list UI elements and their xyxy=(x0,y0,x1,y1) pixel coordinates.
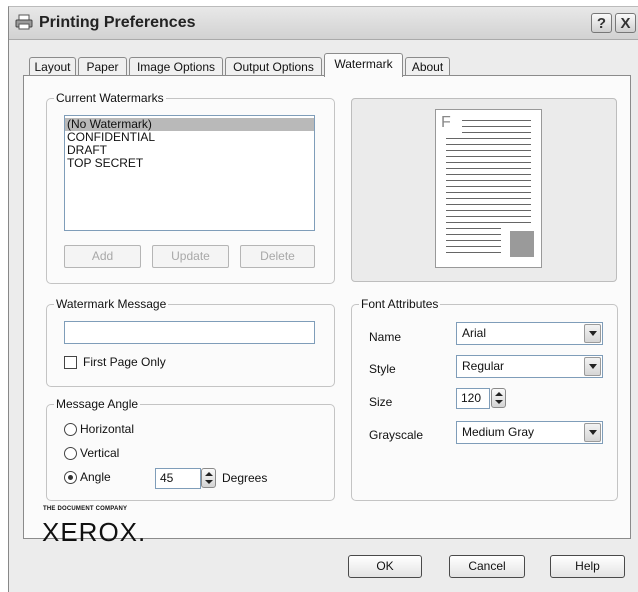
watermark-message-group: Watermark Message First Page Only xyxy=(46,297,335,387)
xerox-logo: XEROX. xyxy=(42,517,147,547)
tab-watermark[interactable]: Watermark xyxy=(324,53,403,77)
horizontal-radio[interactable] xyxy=(64,423,77,436)
window-title: Printing Preferences xyxy=(39,14,196,31)
watermark-message-input[interactable] xyxy=(64,321,315,344)
angle-value-field[interactable]: 45 xyxy=(155,468,201,489)
chevron-down-icon[interactable] xyxy=(584,423,601,442)
xerox-tagline: THE DOCUMENT COMPANY xyxy=(43,506,128,512)
tab-paper[interactable]: Paper xyxy=(78,57,127,76)
close-title-button[interactable]: X xyxy=(615,13,636,33)
watermark-panel: Current Watermarks (No Watermark) CONFID… xyxy=(23,75,631,539)
vertical-label: Vertical xyxy=(80,446,120,460)
ok-button[interactable]: OK xyxy=(348,555,422,578)
font-size-label: Size xyxy=(369,395,393,409)
first-page-only-label: First Page Only xyxy=(83,355,166,369)
horizontal-label: Horizontal xyxy=(80,422,135,436)
font-size-spinner[interactable] xyxy=(491,388,506,408)
tab-image-options[interactable]: Image Options xyxy=(129,57,223,76)
watermark-message-legend: Watermark Message xyxy=(54,297,169,311)
update-button[interactable]: Update xyxy=(152,245,229,268)
help-button[interactable]: Help xyxy=(550,555,625,578)
current-watermarks-group: Current Watermarks (No Watermark) CONFID… xyxy=(46,91,335,284)
current-watermarks-legend: Current Watermarks xyxy=(54,91,166,105)
angle-spinner[interactable] xyxy=(201,468,216,488)
font-style-value: Regular xyxy=(462,359,505,373)
first-page-only-checkbox[interactable] xyxy=(64,356,77,369)
font-style-select[interactable]: Regular xyxy=(456,355,603,378)
printer-icon xyxy=(15,14,33,30)
chevron-down-icon[interactable] xyxy=(584,357,601,376)
grayscale-select[interactable]: Medium Gray xyxy=(456,421,603,444)
grayscale-label: Grayscale xyxy=(369,428,424,442)
title-bar: Printing Preferences ? X xyxy=(9,7,638,40)
tab-layout[interactable]: Layout xyxy=(29,57,76,76)
font-name-value: Arial xyxy=(462,326,487,340)
preview-page: F xyxy=(435,109,542,268)
degrees-label: Degrees xyxy=(222,471,268,485)
printing-preferences-window: Printing Preferences ? X Layout Paper Im… xyxy=(8,6,638,592)
help-title-button[interactable]: ? xyxy=(591,13,612,33)
font-size-field[interactable]: 120 xyxy=(456,388,490,409)
tab-output-options[interactable]: Output Options xyxy=(225,57,322,76)
watermark-preview: F xyxy=(351,98,617,282)
add-button[interactable]: Add xyxy=(64,245,141,268)
cancel-button[interactable]: Cancel xyxy=(449,555,525,578)
watermark-list[interactable]: (No Watermark) CONFIDENTIAL DRAFT TOP SE… xyxy=(64,115,315,231)
watermark-list-item[interactable]: TOP SECRET xyxy=(65,157,314,170)
angle-label: Angle xyxy=(80,470,111,484)
font-attributes-legend: Font Attributes xyxy=(359,297,441,311)
message-angle-legend: Message Angle xyxy=(54,397,141,411)
vertical-radio[interactable] xyxy=(64,447,77,460)
preview-image-block xyxy=(510,231,534,257)
tab-about[interactable]: About xyxy=(405,57,450,76)
grayscale-value: Medium Gray xyxy=(462,425,535,439)
font-name-label: Name xyxy=(369,330,402,344)
delete-button[interactable]: Delete xyxy=(240,245,315,268)
chevron-down-icon[interactable] xyxy=(584,324,601,343)
font-style-label: Style xyxy=(369,362,396,376)
angle-radio[interactable] xyxy=(64,471,77,484)
font-attributes-group: Font Attributes Name Arial Style Regular… xyxy=(351,297,618,501)
message-angle-group: Message Angle Horizontal Vertical Angle … xyxy=(46,397,335,501)
preview-page-letter: F xyxy=(441,114,451,131)
font-name-select[interactable]: Arial xyxy=(456,322,603,345)
